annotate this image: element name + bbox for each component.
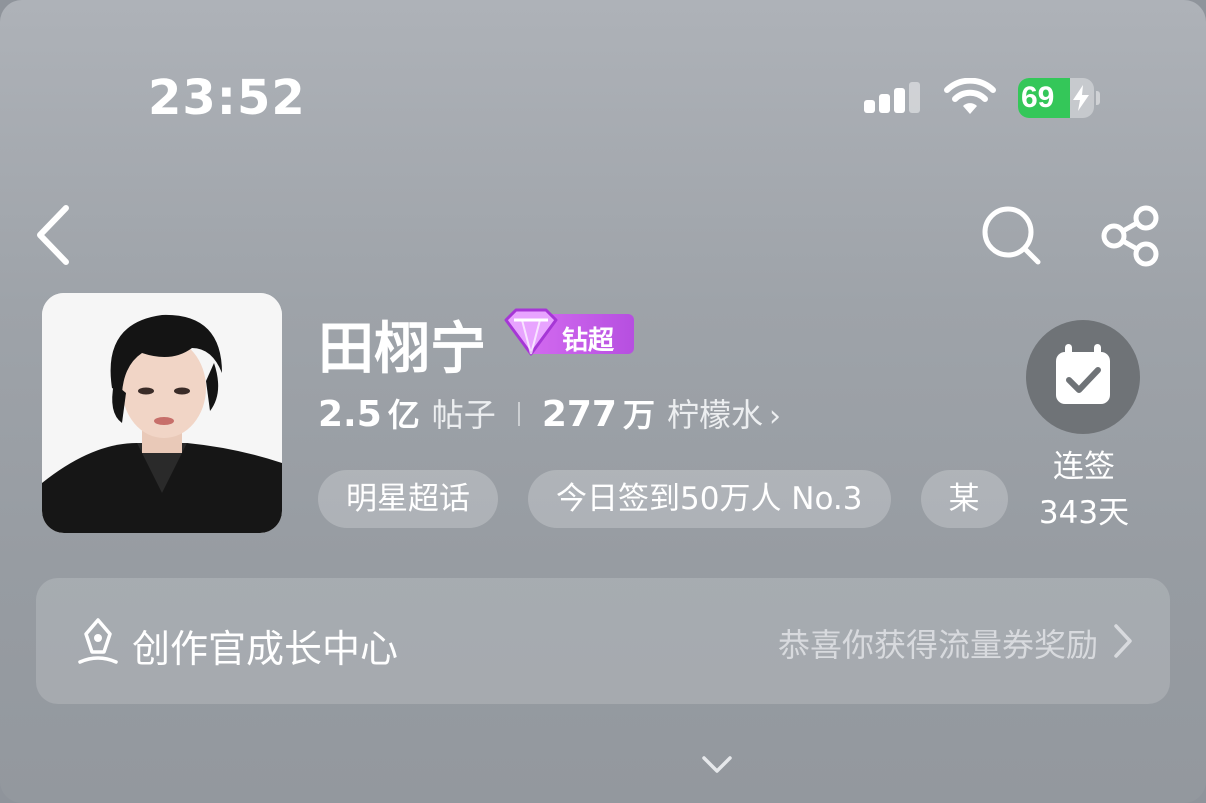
checkin-button[interactable]	[1026, 320, 1140, 434]
posts-unit: 亿	[387, 396, 420, 434]
fans-label[interactable]: 柠檬水	[667, 390, 763, 436]
share-icon[interactable]	[1100, 204, 1164, 268]
status-time: 23:52	[148, 70, 306, 126]
tag-checkin-rank[interactable]: 今日签到50万人 No.3	[528, 470, 891, 528]
fans-unit: 万	[622, 396, 655, 434]
creator-center-reward: 恭喜你获得流量券奖励	[777, 626, 1098, 664]
chevron-down-icon[interactable]	[700, 752, 734, 778]
pen-icon	[78, 618, 118, 664]
checkin-days: 343天	[1038, 495, 1130, 531]
back-button[interactable]	[30, 202, 80, 268]
avatar[interactable]	[42, 293, 282, 533]
diamond-super-badge[interactable]: 钻超	[500, 308, 634, 356]
diamond-icon	[504, 308, 558, 356]
tag-star-supertopic[interactable]: 明星超话	[318, 470, 498, 528]
battery-charging-icon: 69	[1018, 78, 1100, 118]
checkin-label: 连签	[1053, 449, 1115, 485]
creator-center-title: 创作官成长中心	[132, 627, 399, 671]
charging-bolt-icon	[1073, 85, 1089, 111]
tag-more[interactable]: 某	[920, 470, 1008, 528]
chevron-right-icon: ›	[769, 399, 781, 434]
tag-row: 明星超话 今日签到50万人 No.3 某	[318, 470, 1015, 528]
avatar-photo	[42, 293, 282, 533]
badge-label: 钻超	[562, 326, 615, 356]
fans-count: 277	[541, 394, 617, 435]
wifi-icon	[944, 78, 996, 114]
posts-count: 2.5	[318, 394, 382, 435]
stats-row: 2.5 亿帖子 277 万柠檬水 ›	[318, 390, 781, 440]
battery-percent: 69	[1021, 81, 1055, 114]
cellular-signal-icon	[864, 82, 920, 113]
calendar-check-icon	[1056, 344, 1110, 404]
page-title: 田栩宁	[318, 317, 486, 382]
stats-divider	[517, 402, 520, 426]
creator-center-card[interactable]: 创作官成长中心 恭喜你获得流量券奖励	[36, 578, 1170, 704]
posts-label: 帖子	[431, 396, 496, 434]
search-icon[interactable]	[980, 204, 1044, 268]
checkin-streak: 连签 343天	[1016, 444, 1152, 536]
chevron-right-icon	[1114, 624, 1132, 658]
supertopic-header-screen: 23:52 69 田栩宁 钻超 2.5 亿 帖子 277 万 柠檬水 › 明星超…	[0, 0, 1206, 803]
